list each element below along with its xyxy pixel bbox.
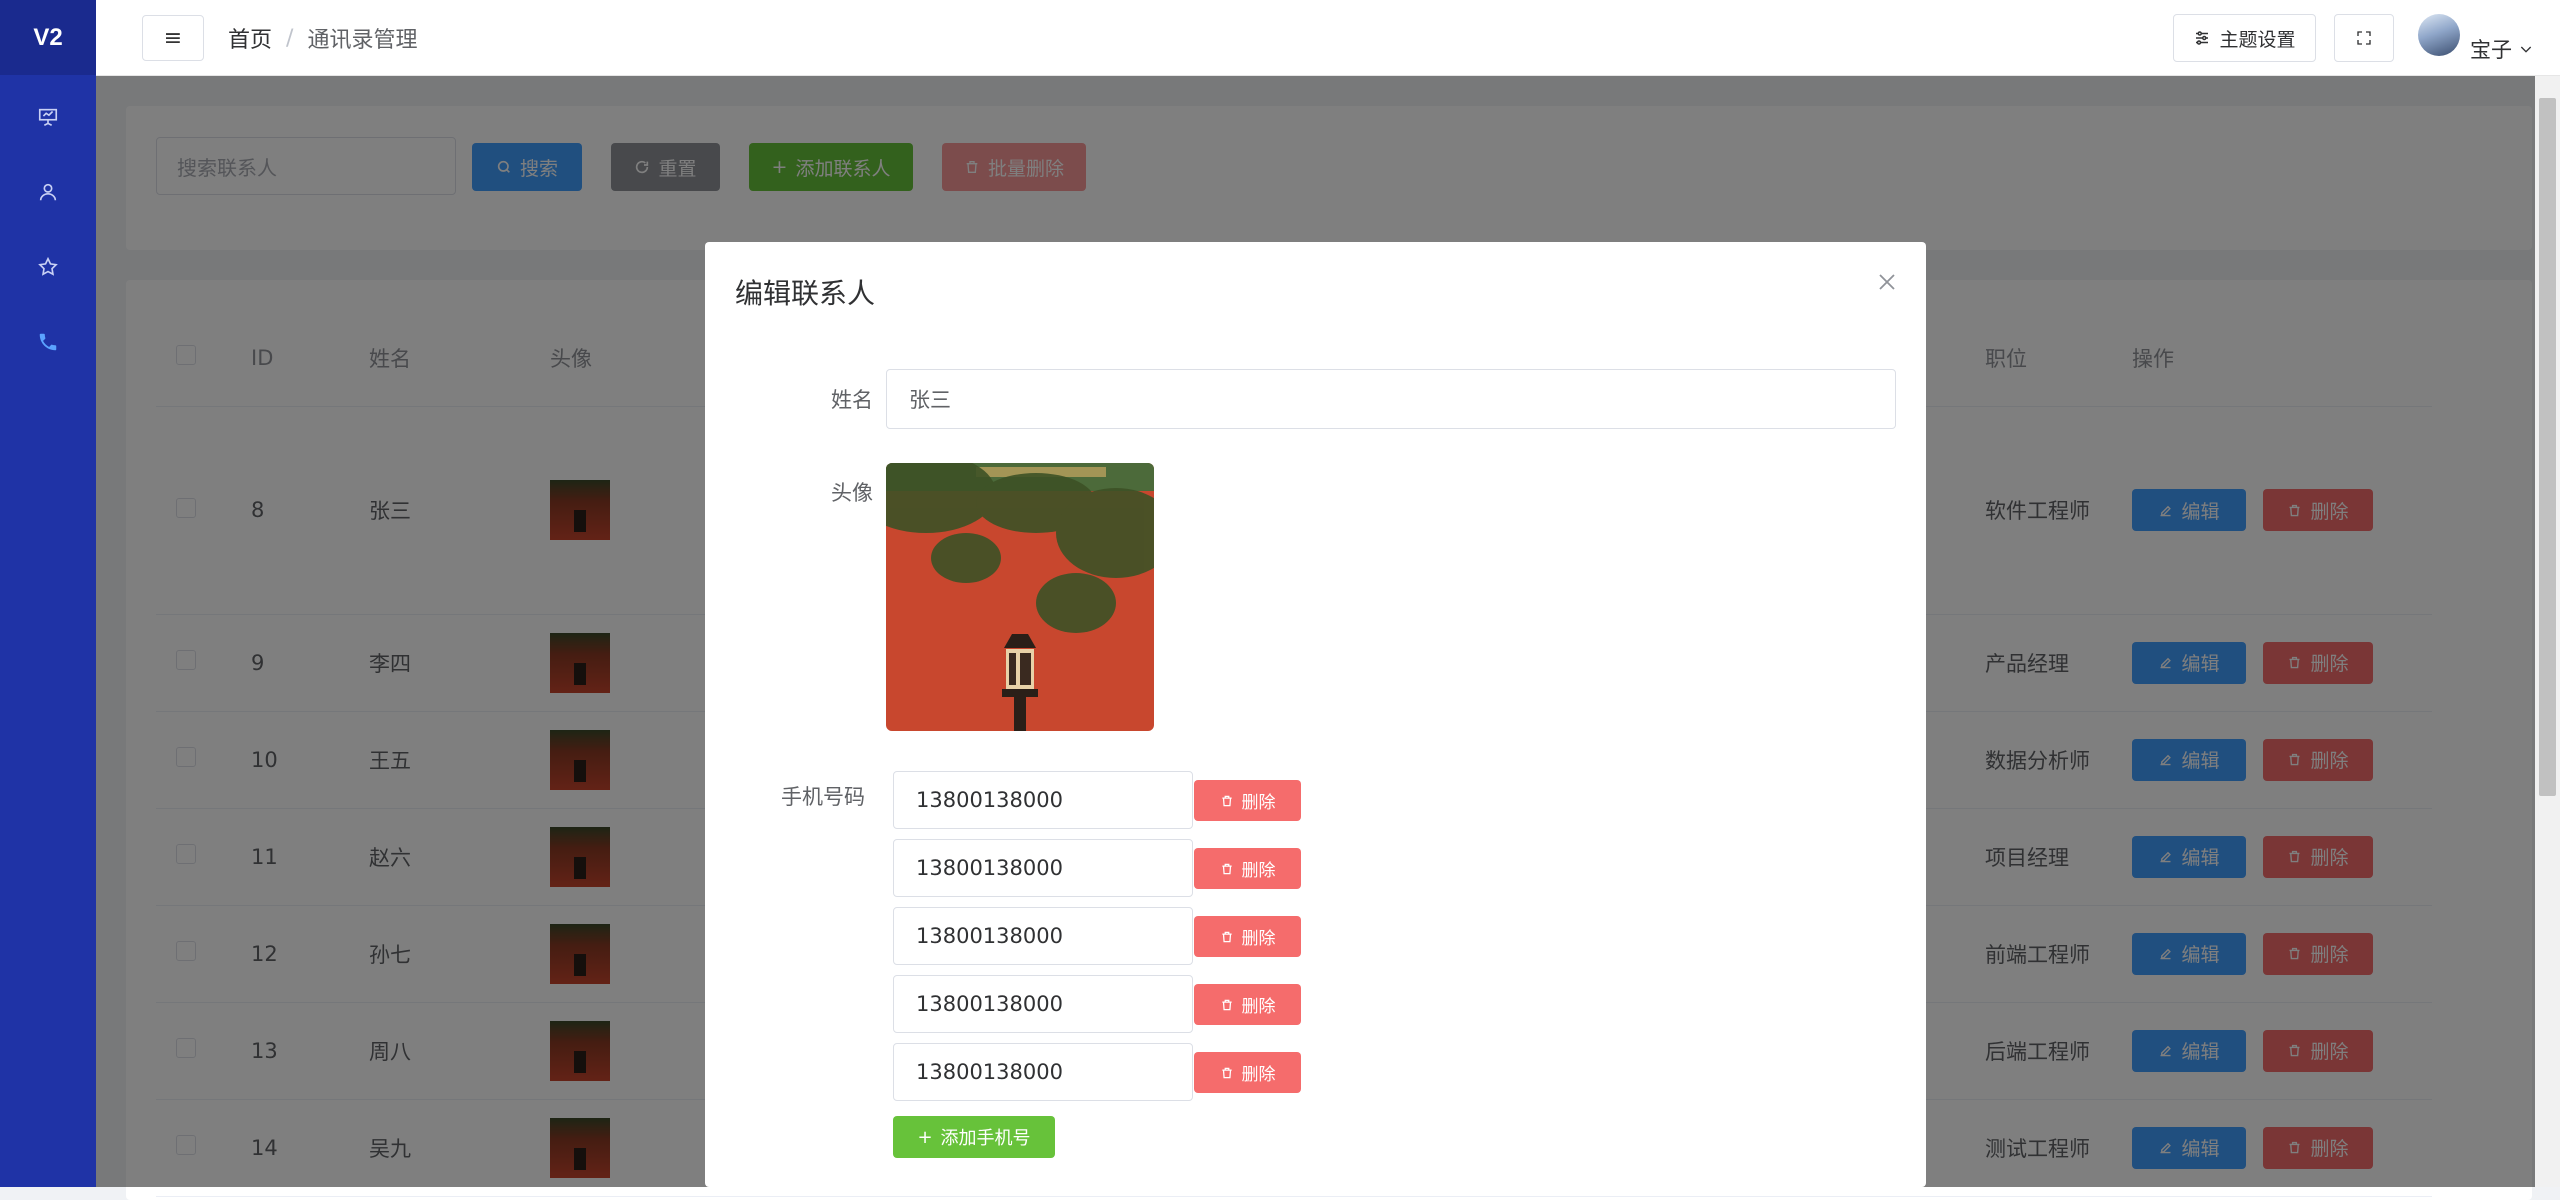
phone-delete-button[interactable]: 删除 [1194,780,1301,821]
phone-input[interactable]: 13800138000 [893,771,1193,829]
sidebar: V2 [0,0,96,1187]
chevron-down-icon [2518,41,2534,57]
user-avatar[interactable] [2418,14,2460,56]
trash-icon [1220,862,1234,876]
breadcrumb-current: 通讯录管理 [307,22,417,54]
phone-delete-button[interactable]: 删除 [1194,848,1301,889]
scrollbar-thumb[interactable] [2539,98,2556,796]
avatar-image [886,463,1154,731]
theme-settings-label: 主题设置 [2219,25,2295,52]
edit-contact-dialog: 编辑联系人 姓名 张三 头像 手机号码 13800138000删除1380013… [705,242,1926,1187]
user-icon [37,181,59,203]
phone-field-label: 手机号码 [665,781,865,811]
presentation-icon [37,106,59,128]
name-field-label: 姓名 [673,384,873,414]
phone-delete-button[interactable]: 删除 [1194,916,1301,957]
close-icon[interactable] [1875,270,1899,294]
hamburger-icon: ≡ [164,26,182,51]
star-icon [37,256,59,278]
menu-toggle-button[interactable]: ≡ [142,15,204,61]
trash-icon [1220,1066,1234,1080]
sidebar-item-dashboard[interactable] [0,79,96,154]
breadcrumb: 首页 / 通讯录管理 [228,22,417,54]
plus-icon: + [917,1127,932,1148]
sliders-icon [2193,29,2211,47]
breadcrumb-separator: / [286,26,293,51]
phone-delete-label: 删除 [1242,992,1276,1017]
phone-input[interactable]: 13800138000 [893,907,1193,965]
phone-icon [37,331,59,353]
phone-delete-label: 删除 [1242,856,1276,881]
phone-delete-label: 删除 [1242,1060,1276,1085]
fullscreen-icon [2356,30,2372,46]
add-phone-label: 添加手机号 [941,1124,1031,1150]
trash-icon [1220,930,1234,944]
avatar-field-label: 头像 [673,477,873,507]
dialog-title: 编辑联系人 [735,272,875,312]
fullscreen-button[interactable] [2334,14,2394,62]
name-input[interactable]: 张三 [886,369,1896,429]
phone-delete-button[interactable]: 删除 [1194,984,1301,1025]
phone-delete-label: 删除 [1242,788,1276,813]
avatar-upload[interactable] [886,463,1154,731]
sidebar-item-favorites[interactable] [0,229,96,304]
sidebar-item-users[interactable] [0,154,96,229]
page-scrollbar[interactable] [2535,76,2560,1187]
add-phone-button[interactable]: + 添加手机号 [893,1116,1055,1158]
phone-delete-button[interactable]: 删除 [1194,1052,1301,1093]
breadcrumb-home[interactable]: 首页 [228,22,272,54]
phone-delete-label: 删除 [1242,924,1276,949]
sidebar-item-contacts[interactable] [0,304,96,379]
user-menu[interactable]: 宝子 [2470,34,2534,64]
trash-icon [1220,998,1234,1012]
phone-input[interactable]: 13800138000 [893,1043,1193,1101]
trash-icon [1220,794,1234,808]
phone-input[interactable]: 13800138000 [893,839,1193,897]
theme-settings-button[interactable]: 主题设置 [2173,14,2316,62]
app-logo[interactable]: V2 [0,0,96,75]
username-label: 宝子 [2470,34,2512,64]
top-header: ≡ 首页 / 通讯录管理 主题设置 宝子 [96,0,2560,76]
phone-input[interactable]: 13800138000 [893,975,1193,1033]
